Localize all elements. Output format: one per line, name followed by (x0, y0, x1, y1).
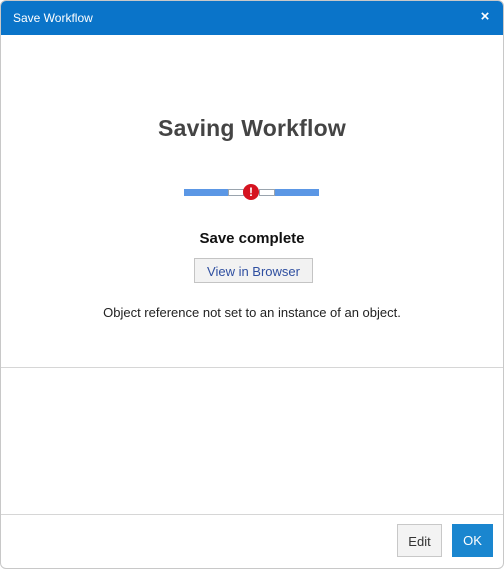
footer-divider (1, 514, 503, 515)
view-in-browser-button[interactable]: View in Browser (194, 258, 313, 283)
error-icon: ! (243, 184, 259, 200)
progress-segment-pending (228, 189, 244, 196)
close-icon[interactable]: × (475, 7, 495, 27)
error-message: Object reference not set to an instance … (103, 305, 401, 320)
progress-segment-done (275, 189, 319, 196)
progress-segment-done (184, 189, 228, 196)
title-bar[interactable]: Save Workflow × (1, 1, 503, 35)
ok-button[interactable]: OK (452, 524, 493, 557)
page-title: Saving Workflow (158, 115, 346, 141)
edit-button[interactable]: Edit (397, 524, 442, 557)
progress-segment-pending (259, 189, 275, 196)
save-progress-indicator: ! (184, 183, 319, 203)
content-divider (1, 367, 503, 368)
status-text: Save complete (199, 230, 305, 247)
window-title: Save Workflow (13, 11, 93, 25)
save-workflow-dialog: Save Workflow × Saving Workflow ! Save c… (0, 0, 504, 569)
